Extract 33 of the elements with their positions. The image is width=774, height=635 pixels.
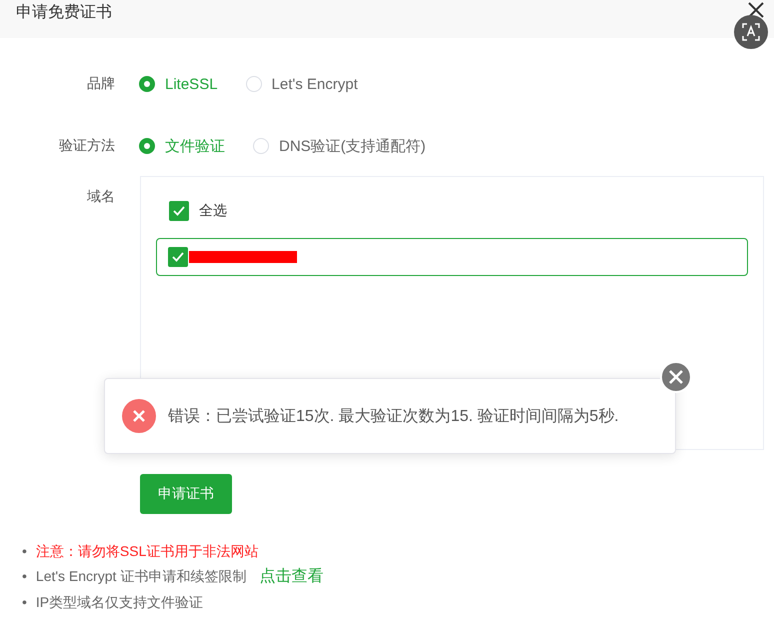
check-icon (172, 252, 184, 262)
apply-button[interactable]: 申请证书 (140, 474, 232, 514)
note-text: Let's Encrypt 证书申请和续签限制 (36, 567, 246, 586)
note-text: IP类型域名仅支持文件验证 (36, 592, 204, 611)
radio-option[interactable]: Let's Encrypt (246, 76, 358, 92)
checkbox[interactable] (168, 247, 188, 267)
domain-item[interactable] (156, 238, 748, 276)
error-message: 错误：已尝试验证15次. 最大验证次数为15. 验证时间间隔为5秒. (168, 406, 619, 426)
radio-option[interactable]: DNS验证(支持通配符) (253, 136, 426, 156)
radio-label: 文件验证 (165, 136, 225, 156)
radio-label: LiteSSL (165, 76, 218, 92)
close-icon (668, 369, 684, 385)
radio-button[interactable] (139, 76, 155, 92)
check-icon (173, 206, 185, 216)
checkbox[interactable] (169, 201, 189, 221)
radio-option[interactable]: LiteSSL (139, 76, 218, 92)
field-label: 品牌 (86, 75, 115, 93)
checkbox-label: 全选 (199, 202, 227, 220)
view-link[interactable]: 点击查看 (259, 566, 324, 587)
translate-icon (741, 22, 761, 42)
radio-label: Let's Encrypt (272, 76, 358, 92)
radio-button[interactable] (139, 138, 155, 154)
error-icon (122, 399, 156, 433)
radio-option[interactable]: 文件验证 (139, 136, 225, 156)
dialog-title: 申请免费证书 (16, 2, 112, 22)
radio-label: DNS验证(支持通配符) (279, 136, 426, 156)
close-icon[interactable] (746, 0, 766, 20)
bullet: • (22, 542, 27, 560)
bullet: • (22, 567, 27, 586)
field-label: 验证方法 (58, 137, 115, 155)
field-label: 域名 (86, 187, 115, 206)
bullet: • (22, 592, 27, 611)
note-text: 注意：请勿将SSL证书用于非法网站 (36, 542, 258, 560)
